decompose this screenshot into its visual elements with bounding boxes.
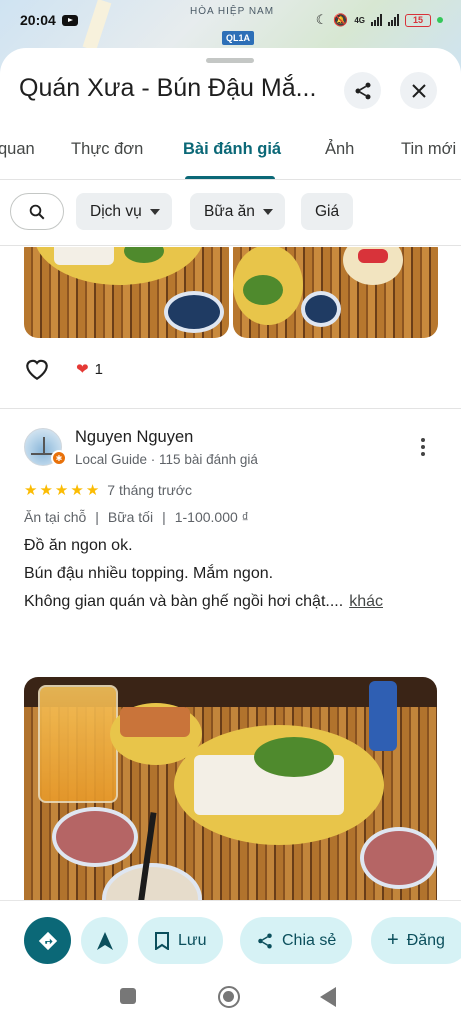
mute-icon: 🔕 [333, 13, 349, 27]
share-button[interactable] [344, 72, 381, 109]
sauce-bowl-shape [360, 827, 437, 889]
filter-service-label: Dịch vụ [90, 202, 142, 220]
chevron-down-icon [262, 208, 273, 215]
read-more-link[interactable]: khác [349, 593, 383, 610]
signal-icon [371, 14, 382, 26]
review-divider [0, 408, 461, 409]
save-label: Lưu [178, 931, 207, 949]
share-icon [355, 82, 370, 99]
bookmark-icon [155, 931, 169, 950]
place-title: Quán Xưa - Bún Đậu Mắ... [19, 74, 317, 102]
review-reactions: ❤ 1 [24, 357, 103, 381]
filter-meal-chip[interactable]: Bữa ăn [190, 193, 285, 230]
review-photo-large[interactable] [24, 677, 437, 902]
review-text-line: Bún đậu nhiều topping. Mắm ngon. [24, 565, 274, 582]
drag-handle[interactable] [206, 58, 254, 63]
review-text-line: Không gian quán và bàn ghế ngồi hơi chật… [24, 593, 344, 610]
chili-shape [358, 249, 388, 263]
tag-meal: Bữa tối [107, 509, 154, 525]
fried-food-shape [120, 707, 190, 737]
tag-dining: Ăn tại chỗ [24, 509, 87, 525]
dot [421, 438, 425, 442]
action-bar: Lưu Chia sẻ + Đăng [0, 900, 461, 964]
tab-updates[interactable]: Tin mới [401, 140, 456, 159]
directions-button[interactable] [24, 917, 71, 964]
close-icon [411, 83, 426, 98]
local-guide-badge-icon: ✱ [51, 450, 67, 466]
like-count-value: 1 [94, 360, 103, 378]
herb-shape [243, 275, 283, 305]
review-text-line-with-more: Không gian quán và bàn ghế ngồi hơi chật… [24, 593, 383, 611]
food-shape [54, 247, 114, 265]
sauce-bowl-shape [52, 807, 138, 867]
place-sheet: Quán Xưa - Bún Đậu Mắ... quan Thực đơn B… [0, 48, 461, 1024]
tab-photos[interactable]: Ảnh [325, 140, 354, 159]
like-heart-icon[interactable] [24, 357, 50, 381]
moon-icon: ☾ [315, 12, 328, 27]
herb-shape [254, 737, 334, 777]
close-button[interactable] [400, 72, 437, 109]
filter-price-chip[interactable]: Giá [301, 193, 354, 230]
youtube-icon [61, 14, 78, 26]
star-icon: ★ [54, 481, 69, 499]
more-options-button[interactable] [416, 437, 430, 457]
review-photo[interactable] [24, 247, 229, 338]
review-photo[interactable] [233, 247, 438, 338]
share-place-button[interactable]: Chia sẻ [240, 917, 353, 964]
home-icon[interactable] [218, 986, 240, 1008]
plus-icon: + [387, 929, 399, 951]
status-icons: ☾ 🔕 4G 15 [316, 12, 443, 28]
status-bar: 20:04 ☾ 🔕 4G 15 [0, 0, 461, 40]
filter-meal-label: Bữa ăn [204, 202, 255, 220]
post-button[interactable]: + Đăng [371, 917, 461, 964]
review-tags: Ăn tại chỗ | Bữa tối | 1-100.000 ₫ [24, 509, 249, 525]
dot [421, 452, 425, 456]
share-icon [258, 933, 272, 948]
recents-icon[interactable] [120, 988, 136, 1004]
review-filters: Dịch vụ Bữa ăn Giá [0, 181, 461, 246]
search-reviews-button[interactable] [10, 193, 64, 230]
tag-price: 1-100.000 ₫ [174, 509, 249, 525]
dot [421, 445, 425, 449]
chevron-down-icon [149, 208, 160, 215]
network-type: 4G [354, 15, 365, 25]
status-time: 20:04 [20, 12, 56, 28]
back-icon[interactable] [320, 987, 336, 1007]
star-icon: ★ [85, 481, 100, 499]
star-icon: ★ [39, 481, 53, 499]
bottle-shape [369, 681, 397, 751]
filter-service-chip[interactable]: Dịch vụ [76, 193, 172, 230]
like-count: ❤ 1 [76, 360, 103, 379]
privacy-dot-icon [437, 17, 443, 23]
tab-reviews[interactable]: Bài đánh giá [183, 140, 281, 159]
directions-icon [38, 931, 57, 950]
active-tab-indicator [185, 176, 275, 179]
star-icon: ★ [70, 481, 84, 499]
start-navigation-button[interactable] [81, 917, 128, 964]
filter-price-label: Giá [315, 202, 340, 220]
drink-glass-shape [38, 685, 118, 803]
sauce-bowl-shape [164, 291, 224, 333]
reviewer-name[interactable]: Nguyen Nguyen [75, 428, 193, 447]
system-nav-bar [0, 964, 461, 1024]
save-button[interactable]: Lưu [138, 917, 223, 964]
post-label: Đăng [406, 931, 445, 949]
reviews-list: ❤ 1 ✱ Nguyen Nguyen Local Guide · 115 bà… [0, 247, 461, 902]
red-heart-icon: ❤ [76, 361, 89, 378]
star-icon: ★ [24, 481, 38, 499]
review-time: 7 tháng trước [107, 482, 192, 498]
sauce-bowl-shape [301, 291, 341, 327]
tab-menu[interactable]: Thực đơn [71, 140, 143, 159]
avatar-detail [43, 437, 45, 455]
share-label: Chia sẻ [282, 931, 337, 949]
review-text-line: Đồ ăn ngon ok. [24, 537, 133, 554]
battery-icon: 15 [405, 13, 431, 27]
tab-bar: quan Thực đơn Bài đánh giá Ảnh Tin mới [0, 132, 461, 180]
tab-overview[interactable]: quan [0, 140, 35, 159]
review-rating: ★ ★ ★ ★ ★ 7 tháng trước [24, 482, 192, 498]
navigation-arrow-icon [96, 931, 113, 950]
reviewer-meta: Local Guide · 115 bài đánh giá [75, 452, 258, 467]
signal-icon-2 [388, 14, 399, 26]
search-icon [29, 204, 45, 219]
